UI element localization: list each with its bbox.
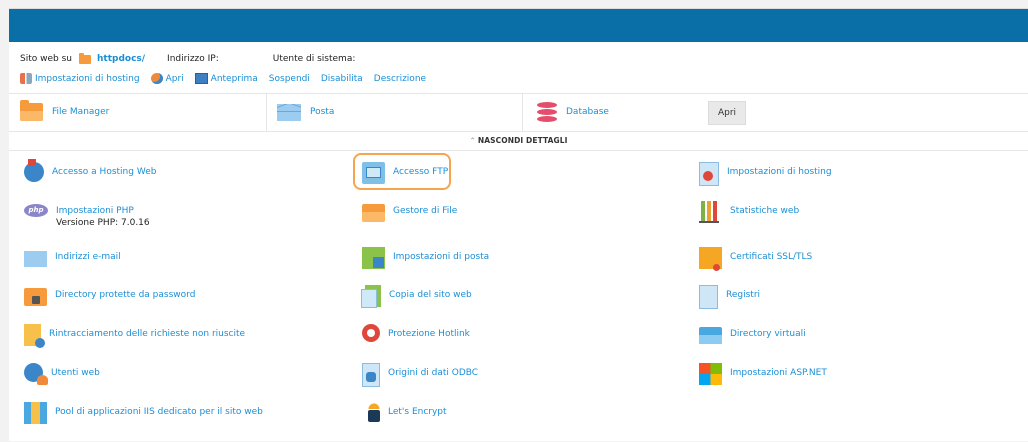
hosting-settings-icon <box>699 162 719 186</box>
certificate-icon <box>699 247 722 271</box>
mail-icon <box>277 103 301 121</box>
aspnet-icon <box>699 363 722 385</box>
locked-folder-icon <box>24 288 47 306</box>
tools-icon <box>20 73 32 84</box>
hosting-settings-action[interactable]: Impostazioni di hosting <box>20 73 140 84</box>
hosting-settings-item[interactable]: Impostazioni di hosting <box>699 162 832 186</box>
hotlink-icon <box>362 324 380 342</box>
tab-file-manager[interactable]: File Manager <box>20 93 266 131</box>
php-version-text: Versione PHP: 7.0.16 <box>56 218 150 228</box>
lets-encrypt-icon <box>362 401 386 422</box>
tab-mail[interactable]: Posta <box>266 93 523 131</box>
description-action[interactable]: Descrizione <box>374 74 426 84</box>
web-hosting-access-item[interactable]: Accesso a Hosting Web <box>24 159 156 182</box>
actions-row: Impostazioni di hosting Apri Anteprima S… <box>20 73 437 84</box>
iis-app-pool-item[interactable]: Pool di applicazioni IIS dedicato per il… <box>24 402 263 424</box>
chevron-up-icon: ⌃ <box>469 136 476 145</box>
web-users-icon <box>24 363 48 385</box>
virtual-directories-item[interactable]: Directory virtuali <box>699 324 806 344</box>
logs-icon <box>699 285 718 309</box>
site-folder-link[interactable]: httpdocs/ <box>97 54 145 64</box>
quick-tabs: File Manager Posta Database Apri <box>9 93 1028 131</box>
website-copy-item[interactable]: Copia del sito web <box>361 285 472 308</box>
web-users-item[interactable]: Utenti web <box>24 363 100 385</box>
web-statistics-item[interactable]: Statistiche web <box>699 201 799 223</box>
email-addresses-item[interactable]: Indirizzi e-mail <box>24 247 121 267</box>
preview-icon <box>194 73 208 84</box>
app-pool-icon <box>24 402 47 424</box>
globe-icon <box>150 73 163 84</box>
folder-icon <box>362 204 385 222</box>
mail-settings-icon <box>362 247 385 269</box>
ftp-access-item[interactable]: Accesso FTP <box>362 162 448 184</box>
virtual-folder-icon <box>699 327 722 344</box>
ip-label: Indirizzo IP: <box>167 54 219 64</box>
divider <box>9 150 1028 151</box>
lets-encrypt-item[interactable]: Let's Encrypt <box>362 401 447 422</box>
site-info-row: Sito web su httpdocs/ Indirizzo IP: Uten… <box>20 52 356 64</box>
file-manager-item[interactable]: Gestore di File <box>362 201 457 222</box>
site-label: Sito web su <box>20 54 72 64</box>
mail-icon <box>24 251 47 267</box>
odbc-icon <box>362 363 380 387</box>
folder-icon <box>20 100 43 121</box>
globe-flag-icon <box>24 159 44 182</box>
logs-item[interactable]: Registri <box>699 285 760 309</box>
hide-details-toggle[interactable]: ⌃ NASCONDI DETTAGLI <box>9 132 1028 150</box>
tab-database[interactable]: Database <box>522 93 693 131</box>
password-protected-dirs-item[interactable]: Directory protette da password <box>24 285 195 306</box>
open-button[interactable]: Apri <box>708 101 746 125</box>
failed-request-icon <box>24 324 45 348</box>
php-settings-item[interactable]: php Impostazioni PHP Versione PHP: 7.0.16 <box>24 201 150 229</box>
preview-action[interactable]: Anteprima <box>194 73 258 84</box>
header-bar <box>9 9 1028 42</box>
open-action[interactable]: Apri <box>150 73 184 84</box>
website-card: Sito web su httpdocs/ Indirizzo IP: Uten… <box>9 8 1028 441</box>
mail-settings-item[interactable]: Impostazioni di posta <box>362 247 489 269</box>
failed-request-tracing-item[interactable]: Rintracciamento delle richieste non rius… <box>24 324 245 348</box>
hotlink-protection-item[interactable]: Protezione Hotlink <box>362 324 470 342</box>
disable-action[interactable]: Disabilita <box>321 74 363 84</box>
php-icon: php <box>24 204 48 217</box>
odbc-data-sources-item[interactable]: Origini di dati ODBC <box>362 363 478 387</box>
copy-icon <box>361 285 381 308</box>
ssl-certificates-item[interactable]: Certificati SSL/TLS <box>699 247 812 271</box>
ftp-icon <box>362 162 385 184</box>
bar-chart-icon <box>699 201 722 223</box>
aspnet-settings-item[interactable]: Impostazioni ASP.NET <box>699 363 827 385</box>
suspend-action[interactable]: Sospendi <box>269 74 310 84</box>
database-icon <box>537 102 557 122</box>
system-user-label: Utente di sistema: <box>272 54 356 64</box>
folder-icon <box>78 52 91 64</box>
